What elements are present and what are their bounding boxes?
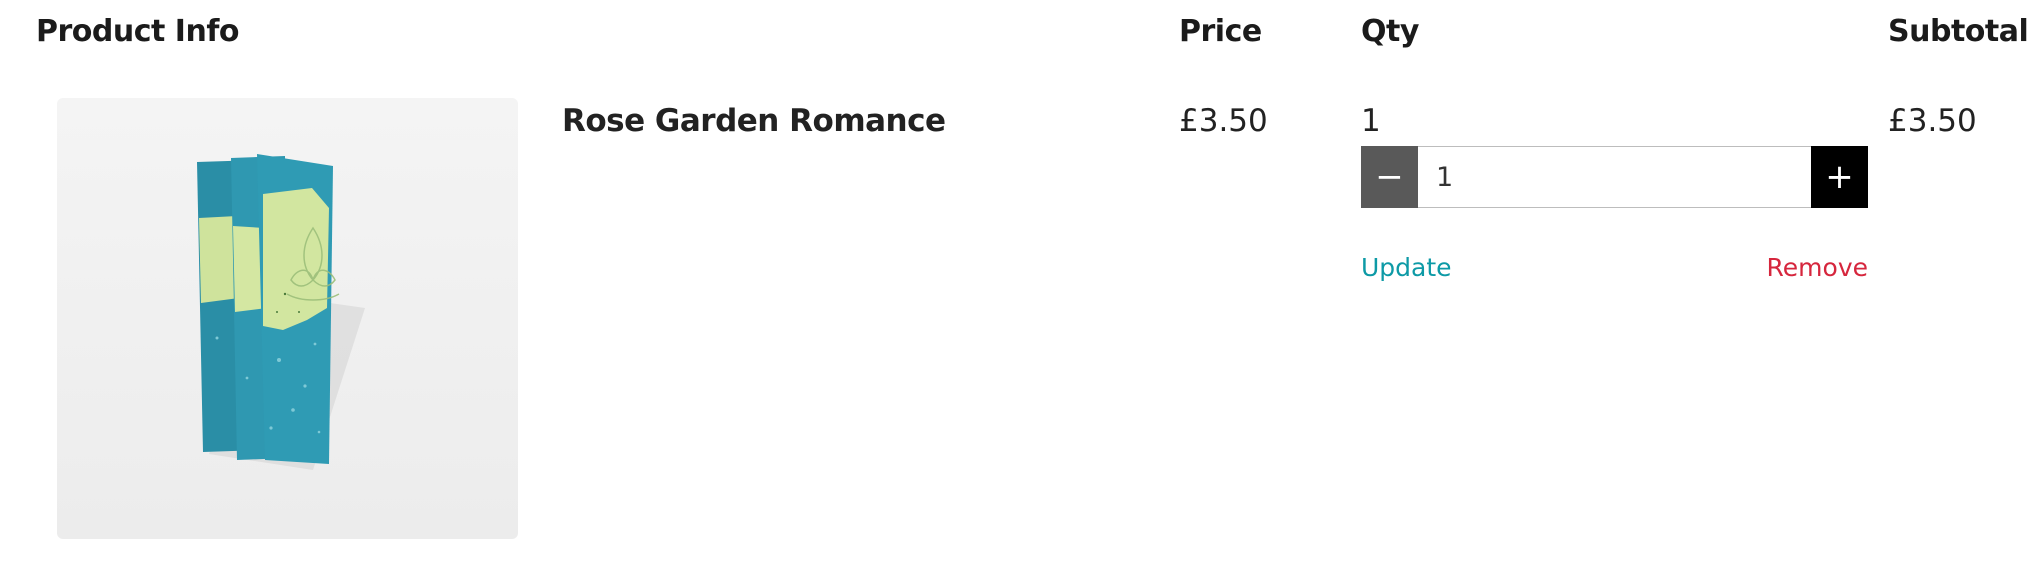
header-product-info: Product Info: [36, 14, 239, 49]
header-subtotal: Subtotal: [1888, 14, 2028, 49]
item-price: £3.50: [1179, 103, 1268, 139]
plus-icon: +: [1825, 157, 1854, 197]
quantity-input[interactable]: [1418, 146, 1811, 208]
header-price: Price: [1179, 14, 1262, 49]
update-link[interactable]: Update: [1361, 252, 1452, 284]
item-subtotal: £3.50: [1888, 103, 1977, 139]
product-name[interactable]: Rose Garden Romance: [562, 102, 946, 140]
product-image[interactable]: [57, 98, 518, 539]
increment-button[interactable]: +: [1811, 146, 1868, 208]
minus-icon: −: [1375, 157, 1404, 197]
decrement-button[interactable]: −: [1361, 146, 1418, 208]
remove-link[interactable]: Remove: [1767, 252, 1868, 284]
header-qty: Qty: [1361, 14, 1419, 49]
qty-display: 1: [1361, 103, 1381, 139]
quantity-stepper: − +: [1361, 146, 1868, 208]
